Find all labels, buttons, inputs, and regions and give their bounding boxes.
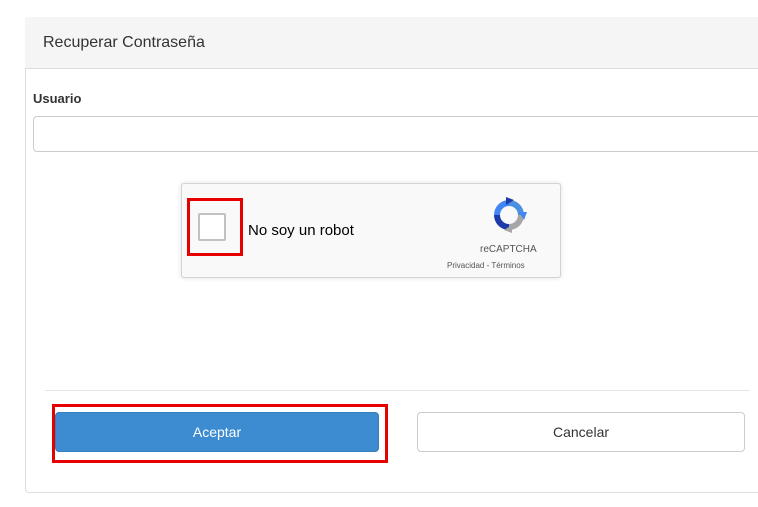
cancel-button[interactable]: Cancelar <box>417 412 745 452</box>
recaptcha-links: Privacidad - Términos <box>447 261 525 270</box>
recaptcha-label: No soy un robot <box>248 222 354 239</box>
username-input[interactable] <box>33 116 758 152</box>
accept-highlight <box>52 404 388 463</box>
privacy-link[interactable]: Privacidad <box>447 261 484 270</box>
terms-link[interactable]: Términos <box>491 261 524 270</box>
footer-divider <box>45 390 750 391</box>
recaptcha-logo-icon <box>494 197 527 233</box>
panel-title: Recuperar Contraseña <box>43 34 205 51</box>
username-label: Usuario <box>33 91 82 106</box>
recaptcha-brand: reCAPTCHA <box>480 244 537 255</box>
checkbox-highlight <box>187 198 243 256</box>
